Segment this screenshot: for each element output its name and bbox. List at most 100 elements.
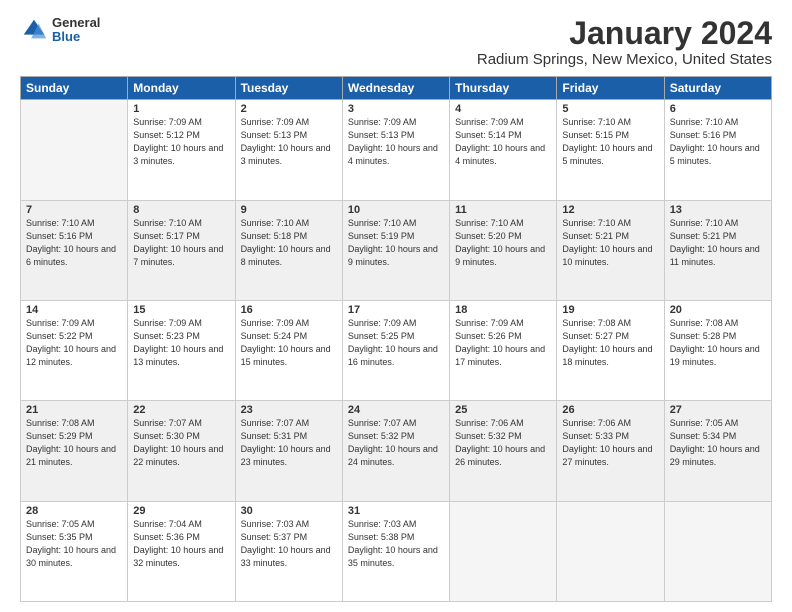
day-info: Sunrise: 7:06 AMSunset: 5:33 PMDaylight:… bbox=[562, 417, 658, 469]
calendar-week-row: 7Sunrise: 7:10 AMSunset: 5:16 PMDaylight… bbox=[21, 200, 772, 300]
day-info: Sunrise: 7:08 AMSunset: 5:29 PMDaylight:… bbox=[26, 417, 122, 469]
calendar-cell: 19Sunrise: 7:08 AMSunset: 5:27 PMDayligh… bbox=[557, 300, 664, 400]
calendar-week-row: 1Sunrise: 7:09 AMSunset: 5:12 PMDaylight… bbox=[21, 100, 772, 200]
day-info: Sunrise: 7:08 AMSunset: 5:27 PMDaylight:… bbox=[562, 317, 658, 369]
day-info: Sunrise: 7:10 AMSunset: 5:21 PMDaylight:… bbox=[670, 217, 766, 269]
calendar-cell: 29Sunrise: 7:04 AMSunset: 5:36 PMDayligh… bbox=[128, 501, 235, 601]
calendar-cell: 27Sunrise: 7:05 AMSunset: 5:34 PMDayligh… bbox=[664, 401, 771, 501]
logo: General Blue bbox=[20, 16, 100, 45]
day-number: 1 bbox=[133, 103, 229, 115]
day-info: Sunrise: 7:09 AMSunset: 5:13 PMDaylight:… bbox=[241, 116, 337, 168]
calendar-cell: 4Sunrise: 7:09 AMSunset: 5:14 PMDaylight… bbox=[450, 100, 557, 200]
calendar-cell: 7Sunrise: 7:10 AMSunset: 5:16 PMDaylight… bbox=[21, 200, 128, 300]
calendar-cell bbox=[557, 501, 664, 601]
day-number: 13 bbox=[670, 204, 766, 216]
calendar-cell: 8Sunrise: 7:10 AMSunset: 5:17 PMDaylight… bbox=[128, 200, 235, 300]
calendar: SundayMondayTuesdayWednesdayThursdayFrid… bbox=[20, 76, 772, 602]
day-number: 11 bbox=[455, 204, 551, 216]
day-info: Sunrise: 7:09 AMSunset: 5:22 PMDaylight:… bbox=[26, 317, 122, 369]
calendar-cell: 18Sunrise: 7:09 AMSunset: 5:26 PMDayligh… bbox=[450, 300, 557, 400]
day-number: 24 bbox=[348, 404, 444, 416]
day-number: 14 bbox=[26, 304, 122, 316]
day-number: 15 bbox=[133, 304, 229, 316]
day-number: 5 bbox=[562, 103, 658, 115]
calendar-header-friday: Friday bbox=[557, 77, 664, 100]
calendar-header-wednesday: Wednesday bbox=[342, 77, 449, 100]
calendar-header-row: SundayMondayTuesdayWednesdayThursdayFrid… bbox=[21, 77, 772, 100]
calendar-cell bbox=[450, 501, 557, 601]
day-number: 12 bbox=[562, 204, 658, 216]
day-number: 25 bbox=[455, 404, 551, 416]
calendar-header-sunday: Sunday bbox=[21, 77, 128, 100]
day-info: Sunrise: 7:10 AMSunset: 5:17 PMDaylight:… bbox=[133, 217, 229, 269]
calendar-cell: 28Sunrise: 7:05 AMSunset: 5:35 PMDayligh… bbox=[21, 501, 128, 601]
day-number: 30 bbox=[241, 505, 337, 517]
day-info: Sunrise: 7:10 AMSunset: 5:20 PMDaylight:… bbox=[455, 217, 551, 269]
calendar-cell: 21Sunrise: 7:08 AMSunset: 5:29 PMDayligh… bbox=[21, 401, 128, 501]
calendar-cell: 14Sunrise: 7:09 AMSunset: 5:22 PMDayligh… bbox=[21, 300, 128, 400]
day-number: 31 bbox=[348, 505, 444, 517]
day-info: Sunrise: 7:10 AMSunset: 5:16 PMDaylight:… bbox=[26, 217, 122, 269]
calendar-cell: 25Sunrise: 7:06 AMSunset: 5:32 PMDayligh… bbox=[450, 401, 557, 501]
calendar-cell: 26Sunrise: 7:06 AMSunset: 5:33 PMDayligh… bbox=[557, 401, 664, 501]
calendar-cell: 10Sunrise: 7:10 AMSunset: 5:19 PMDayligh… bbox=[342, 200, 449, 300]
calendar-cell: 15Sunrise: 7:09 AMSunset: 5:23 PMDayligh… bbox=[128, 300, 235, 400]
day-info: Sunrise: 7:09 AMSunset: 5:14 PMDaylight:… bbox=[455, 116, 551, 168]
day-info: Sunrise: 7:09 AMSunset: 5:24 PMDaylight:… bbox=[241, 317, 337, 369]
logo-blue: Blue bbox=[52, 30, 100, 44]
day-number: 8 bbox=[133, 204, 229, 216]
header: General Blue January 2024 Radium Springs… bbox=[20, 16, 772, 68]
calendar-cell: 5Sunrise: 7:10 AMSunset: 5:15 PMDaylight… bbox=[557, 100, 664, 200]
day-info: Sunrise: 7:09 AMSunset: 5:13 PMDaylight:… bbox=[348, 116, 444, 168]
month-title: January 2024 bbox=[477, 16, 772, 51]
title-block: January 2024 Radium Springs, New Mexico,… bbox=[477, 16, 772, 68]
day-info: Sunrise: 7:10 AMSunset: 5:21 PMDaylight:… bbox=[562, 217, 658, 269]
calendar-header-tuesday: Tuesday bbox=[235, 77, 342, 100]
calendar-cell: 12Sunrise: 7:10 AMSunset: 5:21 PMDayligh… bbox=[557, 200, 664, 300]
calendar-header-saturday: Saturday bbox=[664, 77, 771, 100]
day-number: 16 bbox=[241, 304, 337, 316]
calendar-cell: 24Sunrise: 7:07 AMSunset: 5:32 PMDayligh… bbox=[342, 401, 449, 501]
calendar-header-thursday: Thursday bbox=[450, 77, 557, 100]
day-info: Sunrise: 7:10 AMSunset: 5:19 PMDaylight:… bbox=[348, 217, 444, 269]
day-number: 29 bbox=[133, 505, 229, 517]
day-info: Sunrise: 7:03 AMSunset: 5:38 PMDaylight:… bbox=[348, 518, 444, 570]
calendar-cell: 22Sunrise: 7:07 AMSunset: 5:30 PMDayligh… bbox=[128, 401, 235, 501]
day-number: 3 bbox=[348, 103, 444, 115]
day-number: 26 bbox=[562, 404, 658, 416]
day-number: 22 bbox=[133, 404, 229, 416]
calendar-week-row: 28Sunrise: 7:05 AMSunset: 5:35 PMDayligh… bbox=[21, 501, 772, 601]
calendar-cell: 23Sunrise: 7:07 AMSunset: 5:31 PMDayligh… bbox=[235, 401, 342, 501]
calendar-cell: 1Sunrise: 7:09 AMSunset: 5:12 PMDaylight… bbox=[128, 100, 235, 200]
logo-general: General bbox=[52, 16, 100, 30]
day-number: 6 bbox=[670, 103, 766, 115]
calendar-cell: 2Sunrise: 7:09 AMSunset: 5:13 PMDaylight… bbox=[235, 100, 342, 200]
day-info: Sunrise: 7:10 AMSunset: 5:16 PMDaylight:… bbox=[670, 116, 766, 168]
day-number: 4 bbox=[455, 103, 551, 115]
day-number: 17 bbox=[348, 304, 444, 316]
day-info: Sunrise: 7:07 AMSunset: 5:31 PMDaylight:… bbox=[241, 417, 337, 469]
day-number: 27 bbox=[670, 404, 766, 416]
day-number: 21 bbox=[26, 404, 122, 416]
day-number: 19 bbox=[562, 304, 658, 316]
calendar-cell: 3Sunrise: 7:09 AMSunset: 5:13 PMDaylight… bbox=[342, 100, 449, 200]
day-number: 18 bbox=[455, 304, 551, 316]
day-number: 2 bbox=[241, 103, 337, 115]
calendar-cell: 9Sunrise: 7:10 AMSunset: 5:18 PMDaylight… bbox=[235, 200, 342, 300]
day-info: Sunrise: 7:05 AMSunset: 5:34 PMDaylight:… bbox=[670, 417, 766, 469]
page: General Blue January 2024 Radium Springs… bbox=[0, 0, 792, 612]
day-info: Sunrise: 7:07 AMSunset: 5:32 PMDaylight:… bbox=[348, 417, 444, 469]
calendar-week-row: 21Sunrise: 7:08 AMSunset: 5:29 PMDayligh… bbox=[21, 401, 772, 501]
day-number: 28 bbox=[26, 505, 122, 517]
day-info: Sunrise: 7:08 AMSunset: 5:28 PMDaylight:… bbox=[670, 317, 766, 369]
day-info: Sunrise: 7:10 AMSunset: 5:18 PMDaylight:… bbox=[241, 217, 337, 269]
day-info: Sunrise: 7:07 AMSunset: 5:30 PMDaylight:… bbox=[133, 417, 229, 469]
day-info: Sunrise: 7:06 AMSunset: 5:32 PMDaylight:… bbox=[455, 417, 551, 469]
calendar-header-monday: Monday bbox=[128, 77, 235, 100]
day-info: Sunrise: 7:03 AMSunset: 5:37 PMDaylight:… bbox=[241, 518, 337, 570]
logo-text: General Blue bbox=[52, 16, 100, 45]
calendar-week-row: 14Sunrise: 7:09 AMSunset: 5:22 PMDayligh… bbox=[21, 300, 772, 400]
day-number: 20 bbox=[670, 304, 766, 316]
calendar-cell: 16Sunrise: 7:09 AMSunset: 5:24 PMDayligh… bbox=[235, 300, 342, 400]
day-number: 7 bbox=[26, 204, 122, 216]
